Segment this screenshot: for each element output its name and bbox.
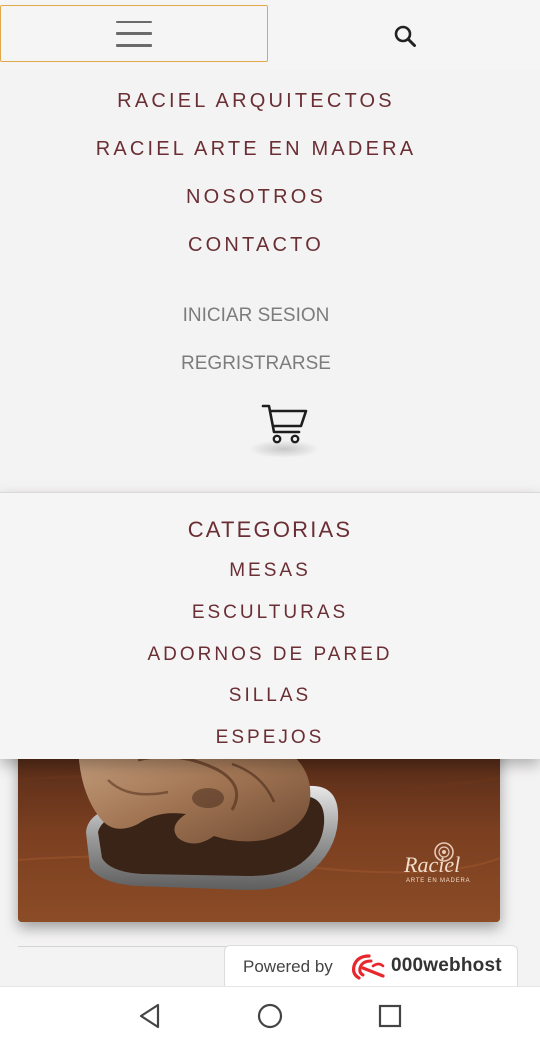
back-icon — [139, 1003, 160, 1029]
category-item-esculturas[interactable]: ESCULTURAS — [0, 602, 540, 624]
logo-subtitle: ARTE EN MADERA — [406, 878, 471, 884]
menu-toggle-button[interactable] — [0, 5, 268, 62]
system-navigation-bar — [0, 986, 540, 1045]
powered-by-badge[interactable]: Powered by 000webhost — [224, 945, 518, 987]
cart-icon — [261, 404, 308, 444]
home-button[interactable] — [255, 1001, 285, 1031]
powered-by-label: Powered by — [243, 957, 333, 976]
home-icon — [257, 1003, 283, 1029]
category-item-sillas[interactable]: SILLAS — [0, 685, 540, 707]
login-link[interactable]: INICIAR SESION — [0, 305, 540, 327]
nav-item-raciel-arte-en-madera[interactable]: RACIEL ARTE EN MADERA — [0, 138, 540, 161]
search-icon — [394, 25, 416, 47]
recents-icon — [378, 1004, 402, 1028]
nav-item-nosotros[interactable]: NOSOTROS — [0, 186, 540, 209]
top-bar — [0, 0, 540, 70]
register-link[interactable]: REGRISTRARSE — [0, 353, 540, 375]
search-button[interactable] — [388, 20, 422, 52]
cart-button[interactable] — [256, 396, 312, 452]
category-item-espejos[interactable]: ESPEJOS — [0, 727, 540, 749]
recents-button[interactable] — [375, 1001, 405, 1031]
hamburger-icon — [116, 20, 152, 47]
back-button[interactable] — [135, 1001, 165, 1031]
product-image[interactable]: Raciel ARTE EN MADERA — [18, 740, 500, 922]
webhost-brand: 000webhost — [391, 955, 502, 976]
webhost-logo-icon — [351, 954, 385, 980]
sculpture-photo — [18, 740, 500, 922]
categories-title[interactable]: CATEGORIAS — [0, 517, 540, 543]
nav-item-raciel-arquitectos[interactable]: RACIEL ARQUITECTOS — [0, 90, 540, 113]
category-item-mesas[interactable]: MESAS — [0, 560, 540, 582]
category-item-adornos-de-pared[interactable]: ADORNOS DE PARED — [0, 644, 540, 666]
nav-item-contacto[interactable]: CONTACTO — [0, 234, 540, 257]
raciel-logo: Raciel ARTE EN MADERA — [398, 838, 478, 894]
categories-dropdown: CATEGORIAS MESAS ESCULTURAS ADORNOS DE P… — [0, 492, 540, 759]
logo-wordmark: Raciel — [404, 852, 461, 877]
